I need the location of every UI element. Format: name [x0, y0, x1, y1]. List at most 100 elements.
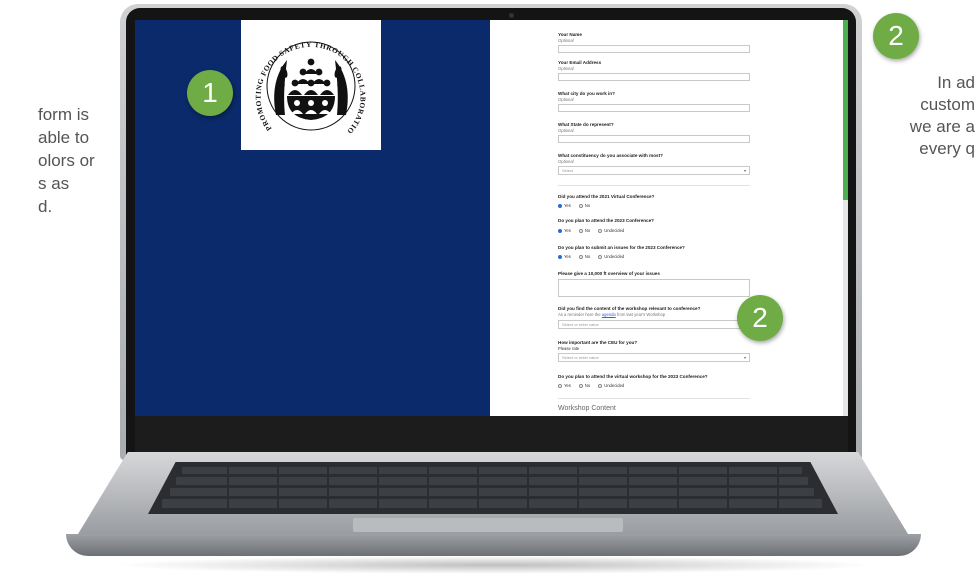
constituency-optional: Optional — [558, 159, 574, 164]
step-badge-logo: 1 — [187, 70, 233, 116]
step-badge-top-right: 2 — [873, 13, 919, 59]
city-input[interactable] — [558, 104, 750, 112]
camera-icon — [509, 13, 514, 18]
slide-left-line: olors or — [38, 151, 95, 170]
slide-right-line: custom — [920, 95, 975, 114]
radio-label: No — [584, 383, 591, 388]
virtual-yes-radio[interactable]: Yes — [558, 383, 571, 388]
relevant-placeholder: Select or enter value — [562, 322, 599, 327]
slide-left-line: s as — [38, 174, 70, 193]
name-label: Your Name — [558, 32, 582, 37]
radio-label: Undecided — [604, 228, 625, 233]
submit-yes-radio[interactable]: Yes — [558, 254, 571, 259]
radio-icon — [598, 228, 603, 233]
email-input[interactable] — [558, 73, 750, 81]
radio-icon — [578, 383, 583, 388]
slide-right-line: In ad — [937, 73, 975, 92]
attend2023-yes-radio[interactable]: Yes — [558, 228, 571, 233]
overview-label: Please give a 10,000 ft overview of your… — [558, 271, 660, 276]
ceu-rate-hint: Please rate — [558, 346, 580, 351]
name-input[interactable] — [558, 45, 750, 53]
radio-label: Undecided — [604, 383, 625, 388]
ceu-select[interactable]: Select or enter value ▾ — [558, 353, 750, 362]
attend2021-no-radio[interactable]: No — [578, 203, 591, 208]
radio-icon — [578, 228, 583, 233]
chevron-down-icon: ▾ — [743, 168, 746, 173]
radio-selected-icon — [558, 228, 562, 233]
radio-selected-icon — [558, 203, 562, 208]
form-branding-panel: PROMOTING FOOD SAFETY THROUGH COLLABORAT… — [135, 20, 490, 416]
radio-icon — [578, 254, 583, 259]
slide-left-line: d. — [38, 197, 53, 216]
slide-left-line: form is — [38, 105, 89, 124]
virtual-workshop-label: Do you plan to attend the virtual worksh… — [558, 374, 708, 379]
constituency-select[interactable]: Select ▾ — [558, 166, 750, 175]
slide-left-text: form is able to olors or s as d. — [0, 103, 120, 218]
submit-issues-label: Do you plan to submit an issues for the … — [558, 245, 685, 250]
virtual-workshop-radio-group: Yes No Undecided — [558, 383, 624, 388]
radio-icon — [598, 254, 603, 259]
relevant-reminder: As a reminder here the agenda from last … — [558, 312, 665, 317]
radio-label: Yes — [564, 383, 571, 388]
city-label: What city do you work in? — [558, 91, 615, 96]
attend2023-label: Do you plan to attend the 2023 Conferenc… — [558, 218, 654, 223]
submit-no-radio[interactable]: No — [578, 254, 591, 259]
radio-label: No — [584, 254, 591, 259]
radio-icon — [578, 203, 583, 208]
laptop-shadow — [110, 556, 880, 574]
divider — [558, 185, 750, 186]
state-label: What State do represent? — [558, 122, 614, 127]
radio-icon — [558, 383, 562, 388]
ceu-label: How important are the CEU for you? — [558, 340, 638, 345]
overview-textarea[interactable] — [558, 279, 750, 297]
chevron-down-icon: ▾ — [743, 355, 746, 360]
laptop-base-front — [66, 534, 921, 556]
radio-label: Yes — [564, 254, 571, 259]
constituency-label: What constituency do you associate with … — [558, 153, 663, 158]
divider — [558, 398, 750, 399]
state-optional: Optional — [558, 128, 574, 133]
ceu-placeholder: Select or enter value — [562, 355, 599, 360]
attend2023-radio-group: Yes No Undecided — [558, 228, 624, 233]
logo-emblem-icon: PROMOTING FOOD SAFETY THROUGH COLLABORAT… — [238, 20, 367, 136]
email-label: Your Email Address — [558, 60, 602, 65]
virtual-undecided-radio[interactable]: Undecided — [598, 383, 624, 388]
radio-label: Yes — [564, 203, 571, 208]
radio-selected-icon — [558, 254, 562, 259]
radio-label: No — [584, 203, 591, 208]
attend2023-no-radio[interactable]: No — [578, 228, 591, 233]
attend2021-yes-radio[interactable]: Yes — [558, 203, 571, 208]
slide-right-line: every q — [919, 139, 975, 158]
virtual-no-radio[interactable]: No — [578, 383, 591, 388]
name-optional: Optional — [558, 38, 574, 43]
reminder-text: from last year's Workshop — [616, 312, 666, 317]
radio-label: Yes — [564, 228, 571, 233]
constituency-select-value: Select — [562, 168, 574, 173]
logo: PROMOTING FOOD SAFETY THROUGH COLLABORAT… — [238, 20, 381, 150]
city-optional: Optional — [558, 97, 574, 102]
attend2023-undecided-radio[interactable]: Undecided — [598, 228, 624, 233]
slide-left-line: able to — [38, 128, 90, 147]
radio-label: Undecided — [604, 254, 625, 259]
agenda-link[interactable]: agenda — [602, 312, 616, 317]
relevant-select[interactable]: Select or enter value — [558, 320, 743, 329]
email-optional: Optional — [558, 66, 574, 71]
attend2021-label: Did you attend the 2021 Virtual Conferen… — [558, 194, 655, 199]
relevant-label: Did you find the content of the workshop… — [558, 306, 701, 311]
survey-form: Your Name Optional Your Email Address Op… — [491, 20, 843, 416]
keyboard-keys — [162, 466, 822, 509]
step-badge-form: 2 — [737, 295, 783, 341]
submit-undecided-radio[interactable]: Undecided — [598, 254, 624, 259]
slide-right-text: In ad custom we are a every q — [868, 72, 975, 160]
touchpad — [353, 518, 623, 532]
reminder-text: As a reminder here the — [558, 312, 601, 317]
submit-issues-radio-group: Yes No Undecided — [558, 254, 624, 259]
workshop-content-heading: Workshop Content — [558, 405, 616, 412]
keyboard — [148, 462, 838, 514]
form-scrollbar-thumb[interactable] — [843, 20, 848, 200]
radio-label: No — [584, 228, 591, 233]
slide-right-line: we are a — [909, 117, 975, 136]
state-input[interactable] — [558, 135, 750, 143]
radio-icon — [598, 383, 603, 388]
laptop-screen: PROMOTING FOOD SAFETY THROUGH COLLABORAT… — [135, 20, 848, 416]
